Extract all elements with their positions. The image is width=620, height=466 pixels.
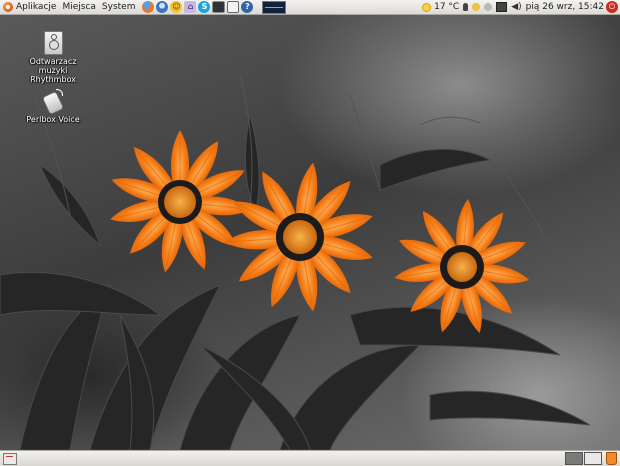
terminal-icon[interactable] (212, 1, 226, 13)
moon-icon (484, 3, 493, 11)
night-tray[interactable] (482, 0, 494, 14)
power-button[interactable]: ⏻ (606, 1, 618, 13)
network-tray[interactable] (494, 0, 509, 14)
brightness-tray[interactable] (470, 0, 482, 14)
evolution-icon[interactable]: ⌂ (184, 1, 197, 13)
notification-tray: 17 °C ◀) pią 26 wrz, 15:42 ⏻ (420, 0, 620, 14)
network-icon (496, 2, 508, 12)
menu-system[interactable]: System (99, 0, 139, 14)
microphone-tray[interactable] (461, 0, 470, 14)
desktop-icon-label: Perlbox Voice (26, 115, 80, 124)
volume-icon: ◀) (511, 2, 522, 12)
weather-temp: 17 °C (434, 2, 460, 12)
pidgin-icon[interactable]: ☺ (170, 1, 183, 13)
system-monitor-icon[interactable] (227, 1, 240, 13)
speaker-icon (43, 31, 63, 55)
bottom-panel (0, 450, 620, 466)
menu-system-label: System (101, 2, 136, 12)
volume-tray[interactable]: ◀) (509, 0, 523, 14)
show-desktop-button[interactable] (3, 452, 17, 465)
menu-applications[interactable]: Aplikacje (0, 0, 59, 14)
launcher-bar: ☺ ⌂ S ? (141, 1, 254, 13)
thunderbird-icon[interactable] (156, 1, 169, 13)
desktop[interactable]: Odtwarzacz muzyki Rhythmbox Perlbox Voic… (0, 15, 620, 450)
clock-text: pią 26 wrz, 15:42 (525, 2, 604, 12)
menu-places-label: Miejsca (62, 2, 96, 12)
system-monitor-applet[interactable] (262, 0, 287, 14)
skype-icon[interactable]: S (198, 1, 211, 13)
clock-applet[interactable]: pią 26 wrz, 15:42 (524, 0, 606, 14)
trash-icon[interactable] (606, 452, 617, 465)
help-icon[interactable]: ? (241, 1, 254, 13)
menu-applications-label: Aplikacje (16, 2, 57, 12)
distro-logo-icon (3, 2, 13, 12)
wallpaper-flowers (0, 74, 591, 450)
workspace-1[interactable] (565, 452, 583, 465)
phone-icon (42, 89, 64, 113)
firefox-icon[interactable] (142, 1, 155, 13)
brightness-icon (472, 3, 481, 11)
desktop-icon-perlbox[interactable]: Perlbox Voice (15, 89, 91, 124)
weather-applet[interactable]: 17 °C (420, 0, 461, 14)
workspace-2[interactable] (584, 452, 602, 465)
desktop-icon-rhythmbox[interactable]: Odtwarzacz muzyki Rhythmbox (15, 31, 91, 84)
menu-places[interactable]: Miejsca (59, 0, 98, 14)
desktop-icon-label: Odtwarzacz muzyki Rhythmbox (29, 57, 77, 84)
top-panel: Aplikacje Miejsca System ☺ ⌂ S ? 17 °C ◀… (0, 0, 620, 15)
microphone-icon (463, 3, 469, 11)
sun-icon (422, 2, 432, 12)
power-icon: ⏻ (608, 2, 616, 11)
